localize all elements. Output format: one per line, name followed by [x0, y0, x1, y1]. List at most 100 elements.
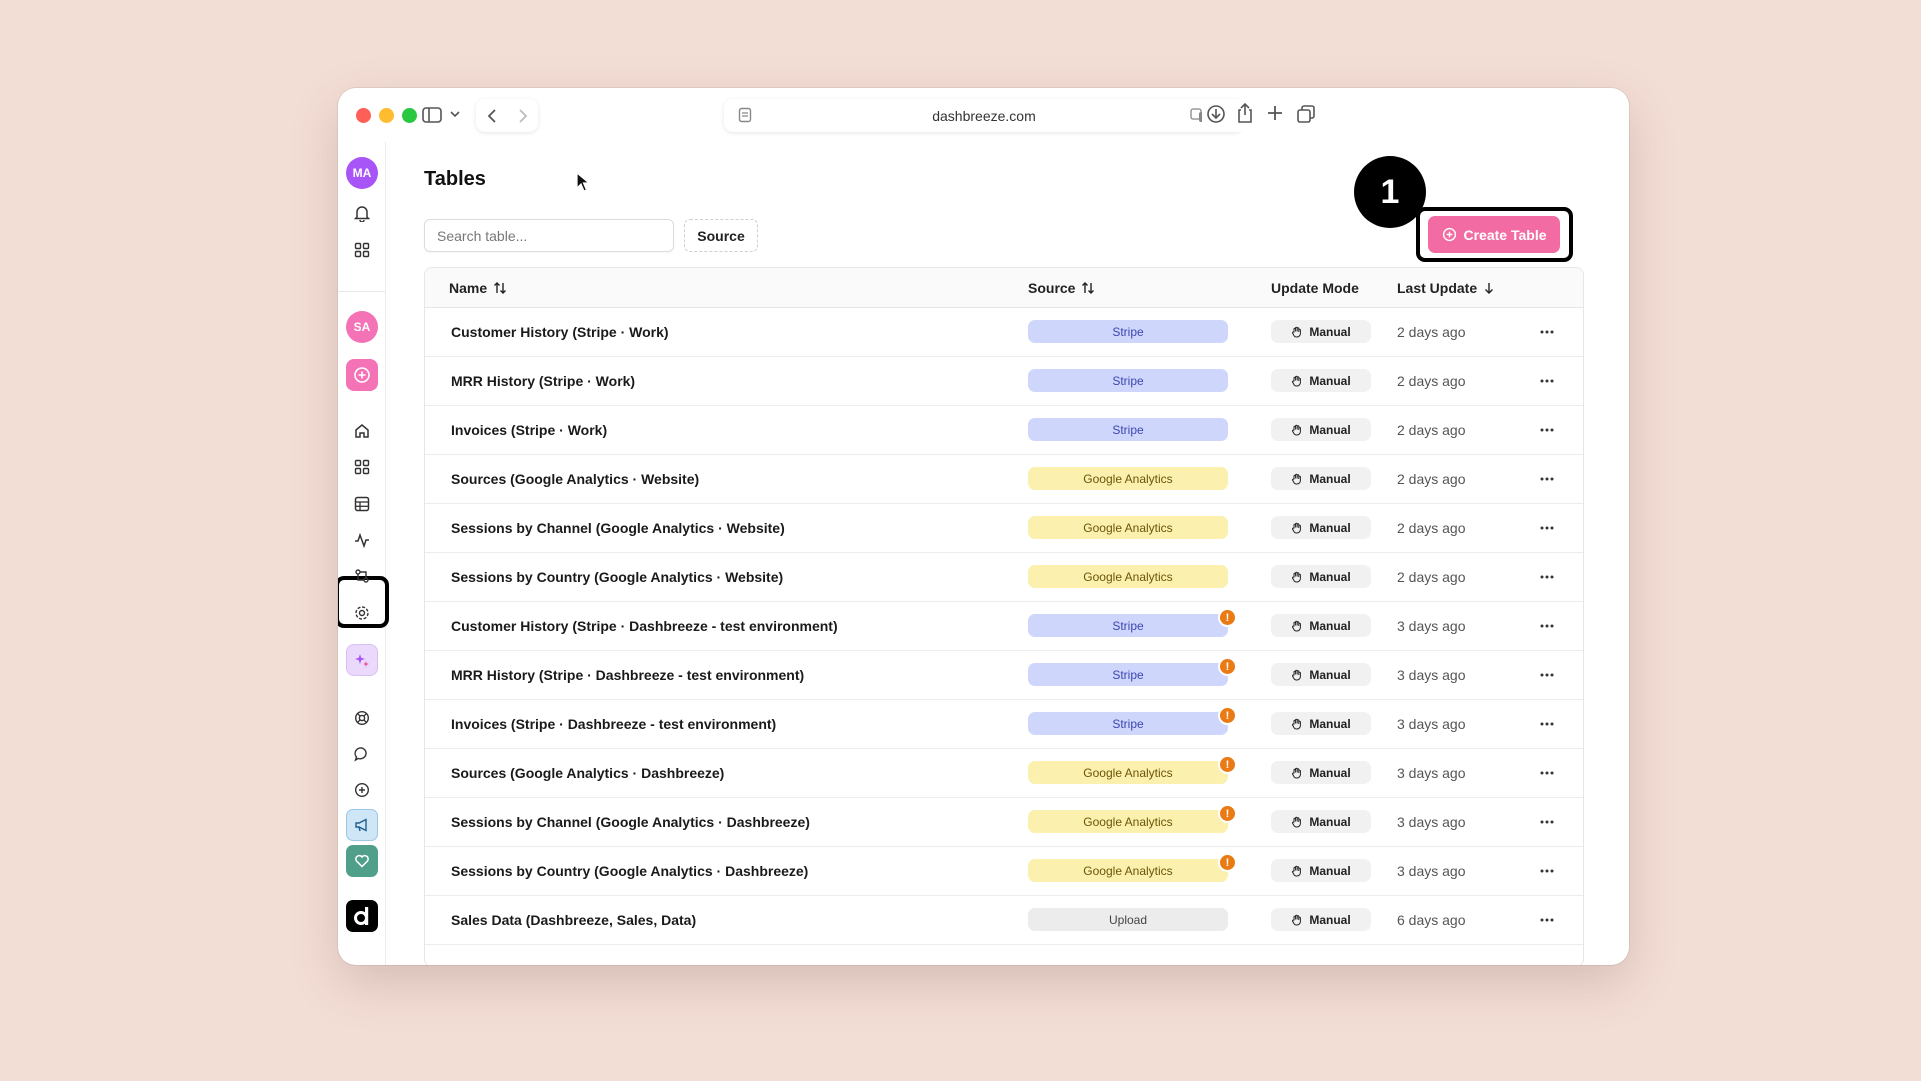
update-mode-badge: Manual: [1271, 663, 1371, 686]
update-mode-column-header[interactable]: Update Mode: [1271, 280, 1359, 296]
table-name[interactable]: Sessions by Channel (Google Analytics · …: [451, 520, 785, 536]
warning-icon[interactable]: !: [1218, 755, 1237, 774]
tables-icon[interactable]: [346, 488, 378, 520]
last-update-text: 2 days ago: [1397, 520, 1466, 536]
table-row[interactable]: Sessions by Channel (Google Analytics · …: [425, 798, 1583, 847]
more-options-icon[interactable]: [1533, 418, 1561, 442]
table-row[interactable]: Sales Data (Dashbreeze, Sales, Data) Uplo…: [425, 896, 1583, 945]
table-name[interactable]: Sessions by Channel (Google Analytics · …: [451, 814, 810, 830]
address-bar[interactable]: dashbreeze.com: [724, 99, 1244, 132]
back-icon[interactable]: [476, 108, 507, 124]
ai-sparkle-icon[interactable]: [346, 644, 378, 676]
source-filter-button[interactable]: Source: [684, 219, 758, 252]
more-options-icon[interactable]: [1533, 320, 1561, 344]
update-mode-badge: Manual: [1271, 859, 1371, 882]
more-options-icon[interactable]: [1533, 908, 1561, 932]
update-mode-badge: Manual: [1271, 418, 1371, 441]
user-avatar[interactable]: SA: [346, 311, 378, 343]
table-name[interactable]: Sessions by Country (Google Analytics · …: [451, 863, 808, 879]
table-row[interactable]: Sources (Google Analytics · Dashbreeze) G…: [425, 749, 1583, 798]
help-lifebuoy-icon[interactable]: [346, 702, 378, 734]
table-row[interactable]: Customer History (Stripe · Work) Stripe Ma…: [425, 308, 1583, 357]
table-row[interactable]: Sessions by Country (Google Analytics · …: [425, 553, 1583, 602]
add-circle-icon[interactable]: [346, 774, 378, 806]
table-name[interactable]: MRR History (Stripe · Dashbreeze - test …: [451, 667, 804, 683]
update-mode-badge: Manual: [1271, 516, 1371, 539]
page-title: Tables: [424, 168, 486, 190]
hand-icon: [1292, 620, 1302, 631]
create-table-button[interactable]: Create Table: [1428, 216, 1560, 253]
name-column-header[interactable]: Name: [449, 280, 507, 296]
update-mode-label: Manual: [1309, 422, 1351, 437]
table-row[interactable]: Sessions by Country (Google Analytics · …: [425, 847, 1583, 896]
chevron-down-icon[interactable]: [449, 109, 461, 119]
update-mode-label: Manual: [1309, 373, 1351, 388]
table-row[interactable]: Invoices (Stripe · Dashbreeze - test env…: [425, 700, 1583, 749]
table-row[interactable]: Sources (Google Analytics · Website) Goog…: [425, 455, 1583, 504]
workspace-avatar[interactable]: MA: [346, 157, 378, 189]
warning-icon[interactable]: !: [1218, 706, 1237, 725]
update-mode-badge: Manual: [1271, 908, 1371, 931]
minimize-window-button[interactable]: [379, 108, 394, 123]
table-name[interactable]: Sessions by Country (Google Analytics · …: [451, 569, 783, 585]
warning-icon[interactable]: !: [1218, 657, 1237, 676]
table-row[interactable]: Customer History (Stripe · Dashbreeze - …: [425, 602, 1583, 651]
activity-icon[interactable]: [346, 524, 378, 556]
table-row[interactable]: Sessions by Channel (Google Analytics · …: [425, 504, 1583, 553]
close-window-button[interactable]: [356, 108, 371, 123]
table-name[interactable]: Invoices (Stripe · Dashbreeze - test env…: [451, 716, 776, 732]
more-options-icon[interactable]: [1533, 369, 1561, 393]
download-icon[interactable]: [1206, 104, 1226, 124]
hand-icon: [1292, 571, 1302, 582]
warning-icon[interactable]: !: [1218, 853, 1237, 872]
share-icon[interactable]: [1236, 102, 1254, 124]
table-name[interactable]: Sources (Google Analytics · Dashbreeze): [451, 765, 724, 781]
forward-icon[interactable]: [507, 108, 538, 124]
last-update-column-header[interactable]: Last Update: [1397, 280, 1495, 296]
more-options-icon[interactable]: [1533, 712, 1561, 736]
table-row[interactable]: MRR History (Stripe · Dashbreeze - test …: [425, 651, 1583, 700]
warning-icon[interactable]: !: [1218, 608, 1237, 627]
more-options-icon[interactable]: [1533, 761, 1561, 785]
table-name[interactable]: Sources (Google Analytics · Website): [451, 471, 699, 487]
dashbreeze-logo[interactable]: [346, 900, 378, 932]
more-options-icon[interactable]: [1533, 565, 1561, 589]
widgets-icon[interactable]: [346, 451, 378, 483]
table-name[interactable]: Sales Data (Dashbreeze, Sales, Data): [451, 912, 696, 928]
feedback-heart-icon[interactable]: [346, 845, 378, 877]
tab-overview-icon[interactable]: [1296, 104, 1316, 124]
more-options-icon[interactable]: [1533, 516, 1561, 540]
last-update-text: 2 days ago: [1397, 569, 1466, 585]
maximize-window-button[interactable]: [402, 108, 417, 123]
warning-icon[interactable]: !: [1218, 804, 1237, 823]
announcements-megaphone-icon[interactable]: [346, 809, 378, 841]
new-tab-icon[interactable]: [1266, 104, 1284, 122]
source-badge: Stripe: [1028, 663, 1228, 686]
table-row[interactable]: MRR History (Stripe · Work) Stripe Manual 2…: [425, 357, 1583, 406]
sort-toggle-icon: [1082, 282, 1095, 294]
table-name[interactable]: Invoices (Stripe · Work): [451, 422, 607, 438]
table-name[interactable]: MRR History (Stripe · Work): [451, 373, 635, 389]
home-icon[interactable]: [346, 415, 378, 447]
update-mode-label: Manual: [1309, 667, 1351, 682]
bell-icon[interactable]: [346, 197, 378, 229]
more-options-icon[interactable]: [1533, 663, 1561, 687]
settings-gear-icon[interactable]: [346, 597, 378, 629]
table-name[interactable]: Customer History (Stripe · Dashbreeze - …: [451, 618, 838, 634]
source-column-header[interactable]: Source: [1028, 280, 1095, 296]
more-options-icon[interactable]: [1533, 467, 1561, 491]
search-table-input[interactable]: [424, 219, 674, 252]
more-options-icon[interactable]: [1533, 614, 1561, 638]
integrations-icon[interactable]: [346, 560, 378, 592]
table-row[interactable]: Invoices (Stripe · Work) Stripe Manual 2 da…: [425, 406, 1583, 455]
table-name[interactable]: Customer History (Stripe · Work): [451, 324, 669, 340]
more-options-icon[interactable]: [1533, 859, 1561, 883]
hand-icon: [1292, 914, 1302, 925]
hand-icon: [1292, 669, 1302, 680]
last-update-text: 3 days ago: [1397, 863, 1466, 879]
dashboards-icon[interactable]: [346, 234, 378, 266]
more-options-icon[interactable]: [1533, 810, 1561, 834]
chat-icon[interactable]: [346, 738, 378, 770]
add-workspace-icon[interactable]: [346, 359, 378, 391]
sidebar-toggle-icon[interactable]: [422, 106, 442, 124]
